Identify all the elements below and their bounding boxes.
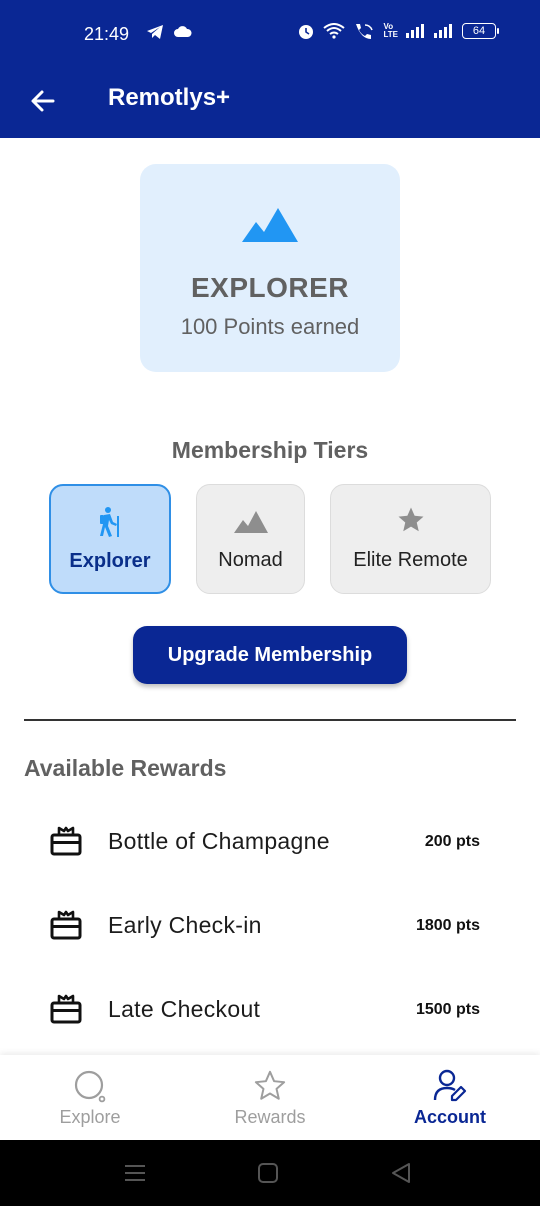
reward-points: 200 pts: [424, 833, 480, 850]
tier-option-elite-remote[interactable]: Elite Remote: [330, 484, 491, 594]
signal-icon: [406, 24, 426, 38]
reward-item[interactable]: Bottle of Champagne 200 pts: [0, 812, 540, 872]
nav-label: Explore: [59, 1107, 121, 1127]
current-tier-name: EXPLORER: [190, 272, 350, 303]
current-tier-points: 100 Points earned: [180, 314, 360, 339]
nav-account[interactable]: Account: [360, 1055, 540, 1140]
status-bar: 21:49 Vo LTE 64: [0, 0, 540, 68]
back-triangle-icon[interactable]: [388, 1160, 414, 1186]
gift-card-icon: [50, 994, 82, 1029]
volte-icon: Vo LTE: [383, 22, 398, 39]
star-icon: [331, 505, 490, 535]
hiker-icon: [51, 506, 169, 538]
tier-option-explorer[interactable]: Explorer: [49, 484, 171, 594]
bottom-nav: Explore Rewards Account: [0, 1055, 540, 1140]
tier-option-label: Nomad: [218, 549, 283, 571]
star-outline-icon: [180, 1069, 360, 1103]
status-time: 21:49: [84, 24, 130, 44]
divider: [24, 719, 516, 721]
signal-2-icon: [434, 24, 454, 38]
system-nav-bar: [0, 1140, 540, 1206]
membership-tiers-title: Membership Tiers: [171, 437, 369, 463]
nav-label: Rewards: [234, 1107, 306, 1127]
current-tier-card: EXPLORER 100 Points earned: [140, 164, 400, 372]
reward-item[interactable]: Early Check-in 1800 pts: [0, 896, 540, 956]
home-icon[interactable]: [255, 1160, 281, 1186]
gift-card-icon: [50, 910, 82, 945]
back-button[interactable]: [24, 82, 62, 120]
nav-rewards[interactable]: Rewards: [180, 1055, 360, 1140]
upgrade-membership-button[interactable]: Upgrade Membership: [133, 626, 407, 684]
app-title: Remotlys+: [108, 84, 231, 111]
available-rewards-title: Available Rewards: [24, 755, 227, 781]
mountain-icon: [242, 208, 298, 247]
app-bar: Remotlys+: [0, 68, 540, 138]
nav-explore[interactable]: Explore: [0, 1055, 180, 1140]
reward-name: Early Check-in: [108, 912, 262, 938]
telegram-icon: [146, 24, 164, 40]
nav-label: Account: [414, 1107, 486, 1127]
status-left-icons: [146, 24, 192, 40]
explore-search-icon: [0, 1069, 180, 1103]
reward-item[interactable]: Late Checkout 1500 pts: [0, 980, 540, 1040]
screen: 21:49 Vo LTE 64 Remotlys+ EXPLORER 100 P…: [0, 0, 540, 1206]
alarm-icon: [297, 22, 315, 40]
wifi-icon: [323, 23, 346, 39]
tier-option-label: Elite Remote: [353, 549, 468, 571]
status-right-icons: Vo LTE 64: [297, 22, 499, 40]
cloud-icon: [174, 26, 192, 38]
tier-option-nomad[interactable]: Nomad: [196, 484, 305, 594]
arrow-left-icon: [31, 90, 55, 112]
account-edit-icon: [360, 1069, 540, 1103]
tier-option-label: Explorer: [69, 550, 151, 572]
reward-points: 1800 pts: [415, 917, 480, 934]
menu-icon[interactable]: [122, 1160, 148, 1186]
reward-points: 1500 pts: [415, 1001, 480, 1018]
battery-icon: 64: [462, 23, 499, 39]
mountain-icon: [197, 505, 304, 533]
gift-card-icon: [50, 826, 82, 861]
reward-name: Bottle of Champagne: [108, 828, 330, 854]
reward-name: Late Checkout: [108, 996, 261, 1022]
wifi-call-icon: [353, 22, 375, 40]
